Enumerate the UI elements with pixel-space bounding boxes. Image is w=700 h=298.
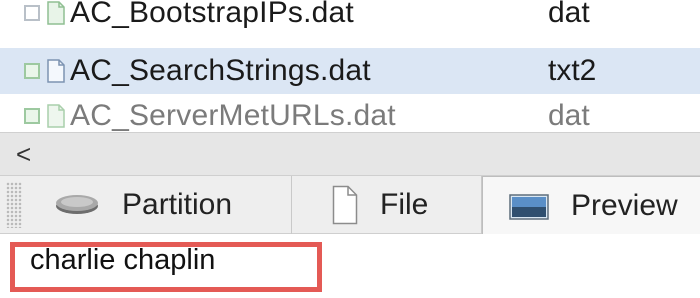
tab-partition[interactable]: Partition — [30, 176, 292, 234]
row-checkbox[interactable] — [24, 5, 40, 21]
document-icon — [47, 104, 65, 128]
file-name: AC_BootstrapIPs.dat — [70, 0, 354, 29]
tab-preview[interactable]: Preview — [482, 176, 700, 234]
tab-label: File — [380, 188, 429, 221]
file-type: dat — [548, 99, 590, 132]
tab-label: Partition — [122, 188, 233, 221]
file-list: AC_BootstrapIPs.dat dat AC_SearchStrings… — [0, 0, 700, 132]
scroll-left-arrow-icon[interactable]: < — [16, 139, 31, 170]
row-checkbox[interactable] — [24, 108, 40, 124]
drag-grip-icon[interactable] — [6, 182, 22, 228]
file-name: AC_SearchStrings.dat — [70, 54, 371, 87]
file-name: AC_ServerMetURLs.dat — [70, 99, 396, 132]
file-row[interactable]: AC_BootstrapIPs.dat dat — [0, 0, 700, 36]
tab-bar: Partition File Preview — [0, 176, 700, 234]
file-row-selected[interactable]: AC_SearchStrings.dat txt2 — [0, 48, 700, 94]
document-icon — [47, 1, 65, 25]
tab-label: Preview — [571, 188, 678, 222]
preview-pane: charlie chaplin — [0, 234, 700, 298]
horizontal-scrollbar[interactable]: < — [0, 132, 700, 176]
preview-text: charlie chaplin — [30, 244, 216, 276]
file-type: dat — [548, 0, 590, 29]
row-checkbox[interactable] — [24, 63, 40, 79]
document-icon — [47, 59, 65, 83]
document-icon — [332, 185, 358, 225]
file-type: txt2 — [548, 54, 597, 87]
image-icon — [509, 194, 549, 220]
tab-file[interactable]: File — [292, 176, 482, 234]
drive-icon — [56, 195, 98, 214]
